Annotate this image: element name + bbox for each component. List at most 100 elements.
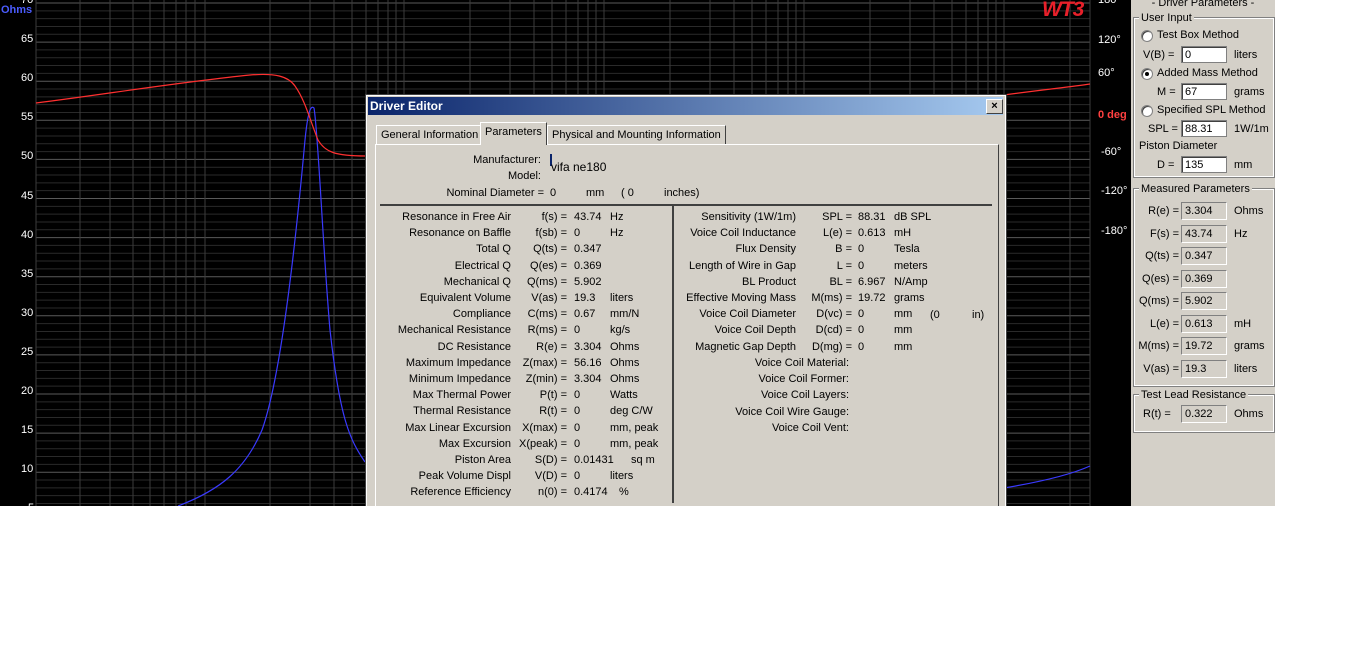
vc-diameter-inches-open: (0 [930, 309, 940, 321]
d-label: D = [1157, 159, 1175, 171]
added-mass-input[interactable]: 67 [1181, 83, 1227, 100]
param-value[interactable]: 0 [574, 389, 580, 401]
param-value[interactable]: 0 [574, 324, 580, 336]
tab-physical-mounting[interactable]: Physical and Mounting Information [547, 125, 726, 144]
param-name: Mechanical Resistance [397, 324, 511, 337]
param-value[interactable]: 88.31 [858, 211, 886, 223]
param-unit: liters [610, 292, 634, 304]
param-value[interactable]: 0 [574, 470, 580, 482]
param-value[interactable]: 0 [858, 341, 864, 353]
param-unit: kg/s [610, 324, 631, 337]
param-value[interactable]: 0 [858, 243, 864, 255]
param-name: Max Linear Excursion [405, 421, 511, 434]
test-lead-title: Test Lead Resistance [1139, 389, 1249, 401]
left-axis-tick-label: 50 [21, 150, 34, 163]
param-unit: mm, peak [610, 437, 659, 450]
param-symbol: f(sb) = [535, 227, 567, 240]
param-value[interactable]: 0 [574, 405, 580, 417]
param-unit: N/Amp [894, 275, 928, 288]
param-value[interactable]: 43.74 [574, 211, 602, 223]
param-value[interactable]: 0.369 [574, 260, 602, 272]
left-axis-tick-label: 55 [21, 111, 34, 124]
param-symbol: Q(ts) = [533, 243, 567, 256]
dialog-titlebar[interactable]: Driver Editor × [368, 97, 1003, 115]
measured-param-label: Q(es) = [1142, 273, 1179, 285]
param-value[interactable]: 56.16 [574, 357, 602, 369]
vb-input[interactable]: 0 [1181, 46, 1227, 63]
piston-diameter-input[interactable]: 135 [1181, 156, 1227, 173]
close-icon[interactable]: × [986, 99, 1003, 114]
param-symbol: SPL = [822, 211, 852, 223]
right-axis-tick-label: -120° [1101, 185, 1128, 197]
measured-param-label: L(e) = [1149, 318, 1179, 330]
param-value[interactable]: 0 [858, 324, 864, 336]
tab-parameters[interactable]: Parameters [480, 122, 547, 145]
param-value[interactable]: 0 [574, 227, 580, 239]
param-value[interactable]: 0.347 [574, 243, 602, 255]
nominal-diameter-value[interactable]: 0 [550, 187, 556, 199]
param-unit: mm [894, 324, 913, 337]
measured-param-unit: Hz [1234, 228, 1248, 240]
test-box-radio[interactable] [1141, 30, 1153, 42]
param-symbol: P(t) = [539, 389, 567, 402]
left-axis-tick-label: 30 [21, 306, 34, 319]
param-value[interactable]: 6.967 [858, 276, 886, 288]
param-symbol: V(as) = [531, 292, 567, 304]
param-value[interactable]: 0.4174 [574, 486, 608, 498]
param-unit: dB SPL [894, 211, 932, 223]
param-unit: Ohms [610, 356, 640, 369]
left-axis-tick-label: 45 [21, 189, 34, 202]
param-value[interactable]: 0.01431 [574, 454, 614, 466]
measured-param-value: 43.74 [1181, 225, 1227, 243]
param-value[interactable]: 0 [574, 438, 580, 450]
added-mass-radio[interactable] [1141, 68, 1153, 80]
param-name: Magnetic Gap Depth [695, 340, 796, 353]
left-axis-tick-label: 10 [21, 463, 34, 476]
added-mass-label: Added Mass Method [1157, 67, 1258, 79]
param-unit: Ohms [610, 340, 640, 353]
param-value[interactable]: 0 [858, 260, 864, 272]
param-symbol: Z(max) = [522, 356, 567, 369]
param-value[interactable]: 0 [858, 308, 864, 320]
param-value[interactable]: 3.304 [574, 373, 602, 385]
param-name: Minimum Impedance [408, 373, 511, 385]
param-name: Sensitivity (1W/1m) [701, 211, 796, 223]
param-symbol: L(e) = [822, 227, 852, 240]
left-axis-tick-label: 35 [21, 267, 34, 280]
param-name: Max Thermal Power [412, 389, 511, 402]
spl-input[interactable]: 88.31 [1181, 120, 1227, 137]
param-unit: sq m [631, 454, 655, 466]
vb-label: V(B) = [1143, 49, 1175, 61]
left-axis-tick-label: 70 [21, 0, 34, 6]
manufacturer-label: Manufacturer: [473, 154, 541, 166]
spl-method-radio[interactable] [1141, 105, 1153, 117]
right-axis-unit: 0 deg [1098, 109, 1127, 121]
test-box-label: Test Box Method [1157, 29, 1239, 41]
param-value[interactable]: 0 [574, 422, 580, 434]
measured-param-unit: Ohms [1234, 205, 1264, 217]
param-value[interactable]: 3.304 [574, 341, 602, 353]
param-value[interactable]: 0.613 [858, 227, 886, 239]
param-name: Maximum Impedance [405, 356, 511, 369]
param-symbol: Z(min) = [525, 373, 567, 385]
param-name: Resonance on Baffle [409, 227, 511, 240]
param-value[interactable]: 0.67 [574, 308, 595, 320]
model-value[interactable]: vifa ne180 [551, 160, 606, 174]
param-value[interactable]: 19.3 [574, 292, 595, 304]
param-unit: Watts [610, 389, 638, 402]
param-name: Electrical Q [454, 259, 511, 272]
param-unit: % [619, 486, 629, 499]
param-value[interactable]: 19.72 [858, 292, 886, 304]
param-symbol: R(ms) = [527, 324, 567, 337]
param-name: Compliance [452, 308, 511, 321]
tab-general-information[interactable]: General Information [376, 125, 484, 144]
param-unit: meters [894, 259, 928, 272]
param-name: Equivalent Volume [419, 292, 511, 304]
param-name: Total Q [476, 243, 511, 256]
driver-editor-dialog: Driver Editor × General Information Para… [365, 94, 1007, 506]
impedance-curve-right [1003, 465, 1091, 489]
param-name: DC Resistance [437, 340, 511, 353]
param-value[interactable]: 5.902 [574, 276, 602, 288]
param-unit: deg C/W [610, 405, 653, 418]
param-name: Voice Coil Depth [714, 324, 796, 337]
